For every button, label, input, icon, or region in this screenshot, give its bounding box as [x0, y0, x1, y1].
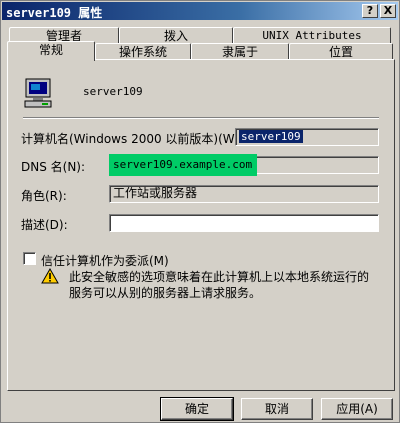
properties-dialog: server109 属性 ? X 管理者 拨入 UNIX Attributes …	[0, 0, 400, 423]
computer-name: server109	[83, 85, 143, 98]
computer-icon	[24, 78, 52, 108]
netbios-field[interactable]: server109	[235, 128, 379, 146]
warning-icon	[41, 268, 59, 284]
apply-button[interactable]: 应用(A)	[321, 398, 393, 420]
warning-text-line2: 服务可以从别的服务器上请求服务。	[69, 286, 262, 300]
trust-delegation-label[interactable]: 信任计算机作为委派(M)	[41, 252, 169, 269]
description-input[interactable]	[109, 214, 379, 232]
dns-value: server109.example.com	[113, 158, 253, 171]
netbios-label: 计算机名(Windows 2000 以前版本)(W):	[21, 132, 244, 146]
role-label: 角色(R):	[21, 189, 67, 203]
dns-label: DNS 名(N):	[21, 160, 86, 174]
description-label: 描述(D):	[21, 218, 68, 232]
separator-top	[23, 117, 379, 119]
trust-delegation-checkbox[interactable]	[23, 252, 36, 265]
title-bar[interactable]: server109 属性 ? X	[2, 2, 398, 20]
window-title: server109 属性	[6, 6, 103, 20]
close-button[interactable]: X	[380, 4, 396, 18]
warning-text-line1: 此安全敏感的选项意味着在此计算机上以本地系统运行的	[69, 270, 370, 284]
cancel-button[interactable]: 取消	[241, 398, 313, 420]
netbios-value: server109	[239, 130, 303, 143]
ok-button[interactable]: 确定	[160, 397, 234, 421]
role-field[interactable]: 工作站或服务器	[109, 185, 379, 203]
tab-general[interactable]: 常规	[7, 41, 95, 61]
help-button[interactable]: ?	[362, 4, 378, 18]
